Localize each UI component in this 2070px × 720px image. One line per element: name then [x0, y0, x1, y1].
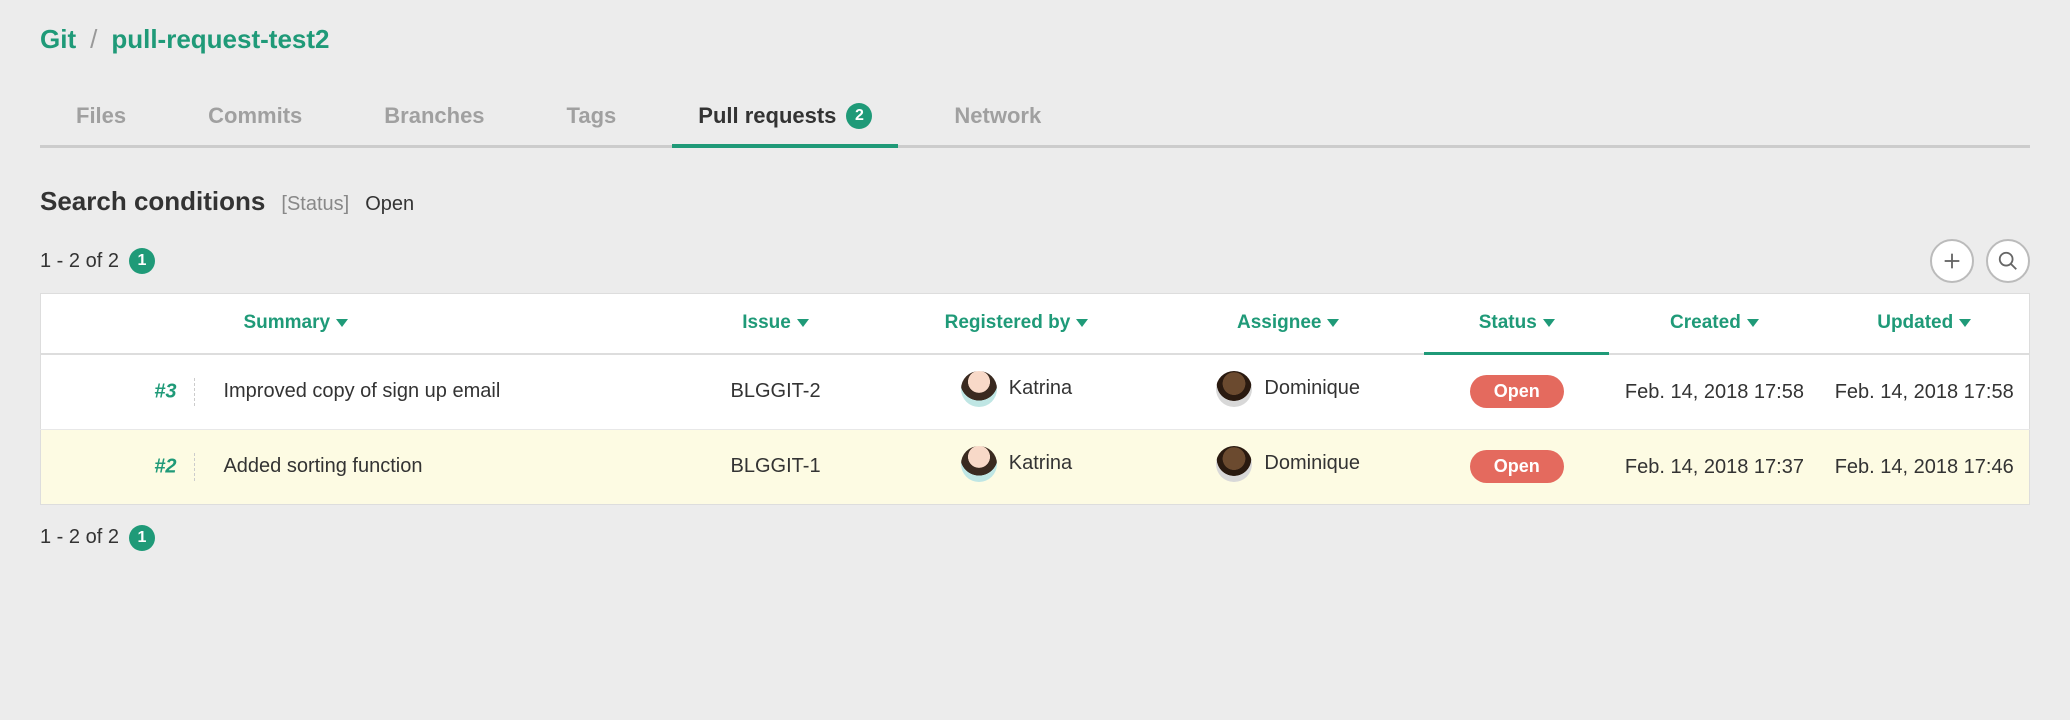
- created-date: Feb. 14, 2018 17:58: [1625, 381, 1804, 403]
- caret-down-icon: [797, 319, 809, 327]
- search-conditions-title: Search conditions: [40, 186, 265, 217]
- column-summary[interactable]: Summary: [213, 294, 670, 354]
- tab-tags[interactable]: Tags: [541, 89, 643, 145]
- tab-branches-label: Branches: [384, 103, 484, 129]
- divider: [194, 378, 195, 406]
- column-updated[interactable]: Updated: [1819, 294, 2029, 354]
- tab-files-label: Files: [76, 103, 126, 129]
- updated-date: Feb. 14, 2018 17:46: [1835, 456, 2014, 478]
- result-page-badge: 1: [129, 525, 155, 551]
- tab-commits[interactable]: Commits: [182, 89, 328, 145]
- search-icon: [1997, 250, 2019, 272]
- result-range-text: 1 - 2 of 2: [40, 250, 119, 273]
- table-row[interactable]: #3 Improved copy of sign up email BLGGIT…: [41, 354, 2030, 430]
- tab-files[interactable]: Files: [50, 89, 152, 145]
- column-registered-by[interactable]: Registered by: [881, 294, 1153, 354]
- breadcrumb-repo-link[interactable]: pull-request-test2: [111, 24, 329, 55]
- assignee-name: Dominique: [1264, 377, 1360, 400]
- caret-down-icon: [1959, 319, 1971, 327]
- column-registered-by-label: Registered by: [945, 312, 1071, 334]
- registered-by-name: Katrina: [1009, 377, 1072, 400]
- breadcrumb-separator: /: [90, 24, 97, 55]
- result-range-bottom: 1 - 2 of 2 1: [40, 525, 2030, 551]
- table-row[interactable]: #2 Added sorting function BLGGIT-1 Katri…: [41, 429, 2030, 504]
- tab-pull-requests[interactable]: Pull requests 2: [672, 89, 898, 145]
- pr-number: #2: [154, 455, 176, 477]
- add-button[interactable]: [1930, 239, 1974, 283]
- avatar: [1216, 371, 1252, 407]
- caret-down-icon: [336, 319, 348, 327]
- status-badge: Open: [1470, 375, 1564, 408]
- caret-down-icon: [1543, 319, 1555, 327]
- plus-icon: [1941, 250, 1963, 272]
- pull-requests-table: Summary Issue Registered by Assignee Sta…: [40, 293, 2030, 505]
- avatar: [1216, 446, 1252, 482]
- search-conditions: Search conditions [Status] Open: [40, 186, 2030, 217]
- column-created[interactable]: Created: [1609, 294, 1819, 354]
- search-status-label: [Status]: [281, 193, 349, 216]
- breadcrumb-root-link[interactable]: Git: [40, 24, 76, 55]
- column-summary-label: Summary: [243, 312, 330, 334]
- search-button[interactable]: [1986, 239, 2030, 283]
- column-created-label: Created: [1670, 312, 1741, 334]
- tab-network[interactable]: Network: [928, 89, 1067, 145]
- created-date: Feb. 14, 2018 17:37: [1625, 456, 1804, 478]
- status-badge: Open: [1470, 450, 1564, 483]
- breadcrumb: Git / pull-request-test2: [40, 24, 2030, 55]
- caret-down-icon: [1747, 319, 1759, 327]
- column-issue[interactable]: Issue: [671, 294, 881, 354]
- result-range-text: 1 - 2 of 2: [40, 526, 119, 549]
- tab-network-label: Network: [954, 103, 1041, 129]
- caret-down-icon: [1327, 319, 1339, 327]
- tab-tags-label: Tags: [567, 103, 617, 129]
- column-assignee[interactable]: Assignee: [1152, 294, 1424, 354]
- caret-down-icon: [1076, 319, 1088, 327]
- pr-issue[interactable]: BLGGIT-2: [731, 380, 821, 402]
- updated-date: Feb. 14, 2018 17:58: [1835, 381, 2014, 403]
- column-status-label: Status: [1479, 312, 1537, 334]
- pr-number: #3: [154, 380, 176, 402]
- tab-commits-label: Commits: [208, 103, 302, 129]
- registered-by-name: Katrina: [1009, 452, 1072, 475]
- result-page-badge: 1: [129, 248, 155, 274]
- pr-summary[interactable]: Improved copy of sign up email: [223, 380, 500, 402]
- assignee-name: Dominique: [1264, 452, 1360, 475]
- result-range-top: 1 - 2 of 2 1: [40, 248, 155, 274]
- pr-summary[interactable]: Added sorting function: [223, 455, 422, 477]
- avatar: [961, 446, 997, 482]
- pull-requests-count-badge: 2: [846, 103, 872, 129]
- pr-issue[interactable]: BLGGIT-1: [731, 455, 821, 477]
- column-status[interactable]: Status: [1424, 294, 1609, 354]
- tab-pull-requests-label: Pull requests: [698, 103, 836, 129]
- tabs: Files Commits Branches Tags Pull request…: [40, 89, 2030, 148]
- avatar: [961, 371, 997, 407]
- search-status-value: Open: [365, 193, 414, 216]
- column-assignee-label: Assignee: [1237, 312, 1321, 334]
- column-updated-label: Updated: [1877, 312, 1953, 334]
- column-issue-label: Issue: [742, 312, 791, 334]
- tab-branches[interactable]: Branches: [358, 89, 510, 145]
- column-number: [41, 294, 214, 354]
- divider: [194, 453, 195, 481]
